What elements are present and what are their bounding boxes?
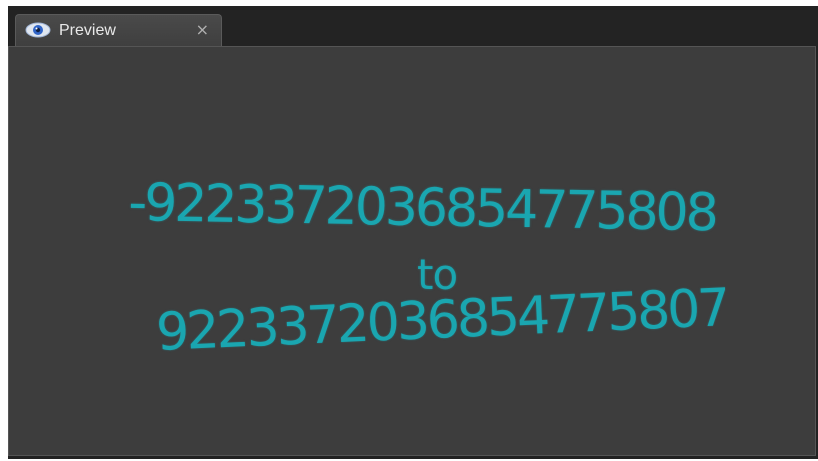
tab-preview[interactable]: Preview × [15,14,222,46]
preview-window: Preview × -9223372036854775808 to 922337… [8,6,818,459]
tab-label: Preview [59,22,116,39]
tab-strip: Preview × [8,6,818,46]
close-icon[interactable]: × [196,20,209,39]
preview-text: -9223372036854775808 to 9223372036854775… [9,47,815,455]
range-min-text: -9223372036854775808 [127,173,717,244]
preview-panel: -9223372036854775808 to 9223372036854775… [8,46,816,456]
range-max-text: 9223372036854775807 [155,278,729,363]
eye-icon [25,22,51,38]
